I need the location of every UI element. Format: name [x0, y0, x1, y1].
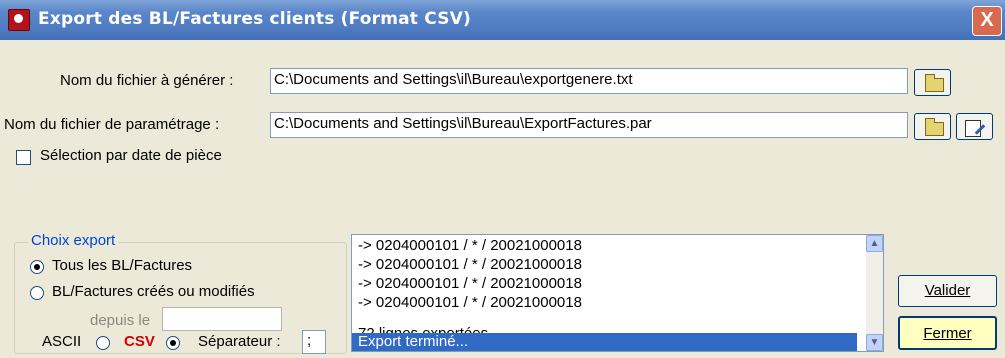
log-scrollbar[interactable]: ▲ ▼	[866, 235, 883, 351]
option-modifies-label: BL/Factures créés ou modifiés	[52, 283, 255, 300]
fichier-genere-label: Nom du fichier à générer :	[60, 72, 234, 89]
close-button[interactable]: X	[972, 6, 1002, 36]
radio-csv[interactable]	[166, 336, 180, 350]
browse-genere-button[interactable]	[914, 69, 951, 96]
fermer-label: Fermer	[923, 325, 972, 342]
export-log-list[interactable]: -> 0204000101 / * / 20021000018 -> 02040…	[351, 234, 884, 352]
folder-icon	[925, 74, 944, 92]
edit-icon	[965, 120, 981, 137]
radio-tous[interactable]	[30, 260, 44, 274]
selection-date-label: Sélection par date de pièce	[40, 147, 222, 164]
fermer-button[interactable]: Fermer	[898, 316, 997, 350]
folder-icon	[925, 118, 944, 136]
choix-export-title: Choix export	[28, 232, 119, 249]
log-status-selected[interactable]: Export terminé...	[352, 333, 857, 351]
selection-date-checkbox[interactable]	[16, 150, 31, 165]
fichier-genere-input[interactable]: C:\Documents and Settings\il\Bureau\expo…	[270, 68, 908, 94]
separateur-input[interactable]: ;	[302, 330, 326, 354]
separateur-label: Séparateur :	[198, 333, 281, 350]
browse-param-button[interactable]	[914, 113, 951, 140]
window-title: Export des BL/Factures clients (Format C…	[38, 9, 472, 29]
valider-button[interactable]: Valider	[898, 275, 997, 307]
fichier-param-label: Nom du fichier de paramétrage :	[4, 116, 220, 133]
depuis-date-input[interactable]	[162, 307, 282, 331]
log-line: -> 0204000101 / * / 20021000018	[358, 294, 582, 311]
app-icon	[8, 9, 30, 31]
ascii-label: ASCII	[42, 333, 82, 350]
log-line: -> 0204000101 / * / 20021000018	[358, 237, 582, 254]
option-tous-label: Tous les BL/Factures	[52, 257, 193, 274]
radio-modifies[interactable]	[30, 286, 44, 300]
edit-param-button[interactable]	[956, 113, 993, 140]
log-line: -> 0204000101 / * / 20021000018	[358, 256, 582, 273]
valider-label: Valider	[924, 282, 971, 299]
fichier-param-input[interactable]: C:\Documents and Settings\il\Bureau\Expo…	[270, 112, 908, 138]
scroll-up-icon[interactable]: ▲	[866, 235, 883, 252]
csv-label: CSV	[124, 333, 155, 350]
radio-ascii[interactable]	[96, 336, 110, 350]
scroll-down-icon[interactable]: ▼	[866, 334, 883, 351]
log-line: -> 0204000101 / * / 20021000018	[358, 275, 582, 292]
depuis-label: depuis le	[90, 312, 151, 329]
title-bar: Export des BL/Factures clients (Format C…	[0, 0, 1005, 40]
